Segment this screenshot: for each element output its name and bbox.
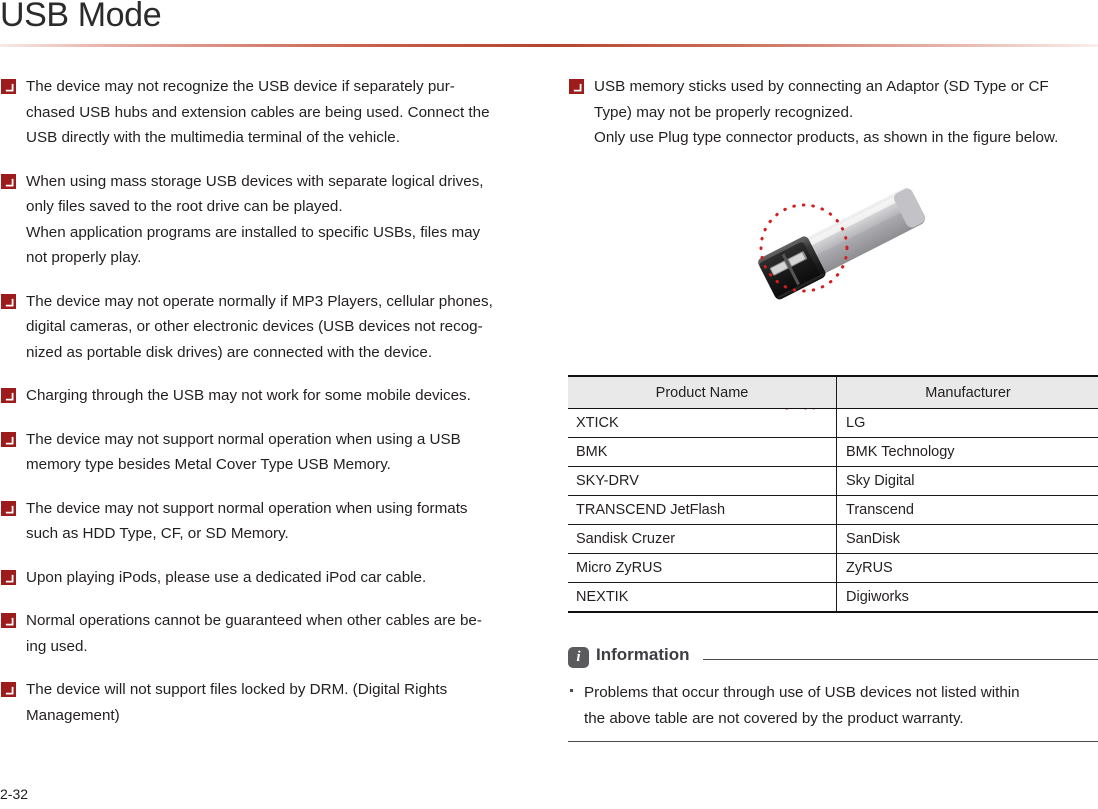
note-line: Type) may not be properly recognized. bbox=[594, 103, 854, 121]
arrow-down-right-icon bbox=[1, 431, 16, 447]
note-item: The device may not support normal operat… bbox=[0, 496, 540, 547]
information-title: Information bbox=[596, 645, 690, 664]
left-column: The device may not recognize the USB dev… bbox=[0, 74, 540, 746]
information-section: i Information Problems that occur throug… bbox=[568, 645, 1098, 743]
page-title: USB Mode bbox=[0, 0, 162, 34]
note-line: Normal operations cannot be guaranteed w… bbox=[26, 612, 482, 629]
usb-plug-connector-illustration bbox=[758, 187, 926, 299]
note-line: Upon playing iPods, please use a dedicat… bbox=[26, 568, 427, 586]
right-column: USB memory sticks used by connecting an … bbox=[568, 74, 1098, 410]
table-row: Micro ZyRUS ZyRUS bbox=[568, 553, 1098, 583]
arrow-down-right-icon bbox=[1, 569, 16, 585]
note-line: The device may not operate normally if M… bbox=[26, 292, 493, 310]
table-header-row: Product Name Manufacturer bbox=[568, 375, 1098, 409]
note-item: When using mass storage USB devices with… bbox=[0, 169, 540, 271]
note-item: The device will not support files locked… bbox=[0, 677, 540, 728]
cell-product-name: XTICK bbox=[568, 408, 837, 438]
column-header-manufacturer: Manufacturer bbox=[836, 375, 1098, 409]
note-line: Only use Plug type connector products, a… bbox=[594, 129, 1059, 146]
information-line: the above table are not covered by the p… bbox=[584, 710, 964, 727]
table-row: BMK BMK Technology bbox=[568, 437, 1098, 467]
note-line: USB memory sticks used by connecting an … bbox=[594, 78, 1049, 95]
table-row: SKY-DRV Sky Digital bbox=[568, 466, 1098, 496]
note-line: memory type besides Metal Cover Type USB… bbox=[26, 456, 391, 473]
information-header: i Information bbox=[568, 645, 1098, 671]
page-header: USB Mode bbox=[0, 0, 1098, 50]
cell-product-name: BMK bbox=[568, 437, 837, 467]
cell-manufacturer: LG bbox=[836, 408, 1098, 438]
note-line: chased USB hubs and extension cables are… bbox=[26, 103, 490, 121]
note-line: nized as portable disk drives) are conne… bbox=[26, 343, 433, 361]
cell-product-name: Sandisk Cruzer bbox=[568, 524, 837, 554]
cell-manufacturer: SanDisk bbox=[836, 524, 1098, 554]
note-line: The device may not recognize the USB dev… bbox=[26, 78, 455, 95]
arrow-down-right-icon bbox=[1, 79, 16, 94]
cell-manufacturer: Digiworks bbox=[836, 582, 1098, 613]
note-item: Charging through the USB may not work fo… bbox=[0, 383, 540, 409]
cell-product-name: Micro ZyRUS bbox=[568, 553, 837, 583]
information-line: Problems that occur through use of USB d… bbox=[584, 684, 1020, 701]
usb-plug-connector-figure: Plug Type Connector bbox=[568, 171, 1098, 410]
note-item: The device may not support normal operat… bbox=[0, 427, 540, 478]
cell-manufacturer: Transcend bbox=[836, 495, 1098, 525]
note-line: When using mass storage USB devices with… bbox=[26, 172, 484, 190]
column-header-product-name: Product Name bbox=[568, 375, 837, 409]
note-item: USB memory sticks used by connecting an … bbox=[568, 74, 1098, 151]
arrow-down-right-icon bbox=[1, 388, 16, 403]
note-line: Charging through the USB may not work fo… bbox=[26, 387, 471, 404]
table-row: Sandisk Cruzer SanDisk bbox=[568, 524, 1098, 554]
note-line: digital cameras, or other electronic dev… bbox=[26, 318, 483, 335]
cell-manufacturer: Sky Digital bbox=[836, 466, 1098, 496]
arrow-down-right-icon bbox=[569, 79, 584, 94]
note-item: Normal operations cannot be guaranteed w… bbox=[0, 608, 540, 659]
arrow-down-right-icon bbox=[1, 613, 16, 628]
information-bottom-rule bbox=[568, 741, 1098, 743]
cell-product-name: SKY-DRV bbox=[568, 466, 837, 496]
arrow-down-right-icon bbox=[1, 293, 16, 309]
info-icon: i bbox=[568, 647, 589, 668]
note-line: Management) bbox=[26, 706, 120, 724]
bullet-dot-icon bbox=[570, 689, 573, 692]
cell-manufacturer: ZyRUS bbox=[836, 553, 1098, 583]
cell-product-name: TRANSCEND JetFlash bbox=[568, 495, 837, 525]
information-top-rule bbox=[703, 659, 1098, 661]
note-item: The device may not recognize the USB dev… bbox=[0, 74, 540, 151]
arrow-down-right-icon bbox=[1, 173, 16, 189]
note-line: The device may not support normal operat… bbox=[26, 499, 468, 517]
note-line: The device may not support normal operat… bbox=[26, 430, 461, 448]
note-item: The device may not operate normally if M… bbox=[0, 289, 540, 366]
arrow-down-right-icon bbox=[1, 682, 16, 697]
information-body: Problems that occur through use of USB d… bbox=[568, 680, 1098, 732]
page-number: 2-32 bbox=[0, 786, 29, 802]
note-line: only files saved to the root drive can b… bbox=[26, 198, 343, 215]
note-line: When application programs are installed … bbox=[26, 223, 481, 241]
cell-manufacturer: BMK Technology bbox=[836, 437, 1098, 467]
table-row: NEXTIK Digiworks bbox=[568, 582, 1098, 613]
note-line: The device will not support files locked… bbox=[26, 681, 448, 698]
note-item: Upon playing iPods, please use a dedicat… bbox=[0, 565, 540, 591]
note-line: such as HDD Type, CF, or SD Memory. bbox=[26, 525, 289, 542]
header-divider-rule bbox=[0, 44, 1098, 47]
table-row: TRANSCEND JetFlash Transcend bbox=[568, 495, 1098, 525]
note-line: ing used. bbox=[26, 637, 88, 655]
note-line: not properly play. bbox=[26, 249, 142, 266]
table-row: XTICK LG bbox=[568, 408, 1098, 438]
cell-product-name: NEXTIK bbox=[568, 582, 837, 613]
note-line: USB directly with the multimedia termina… bbox=[26, 129, 400, 146]
usb-device-compatibility-table: Product Name Manufacturer XTICK LG BMK B… bbox=[568, 375, 1098, 613]
arrow-down-right-icon bbox=[1, 500, 16, 516]
